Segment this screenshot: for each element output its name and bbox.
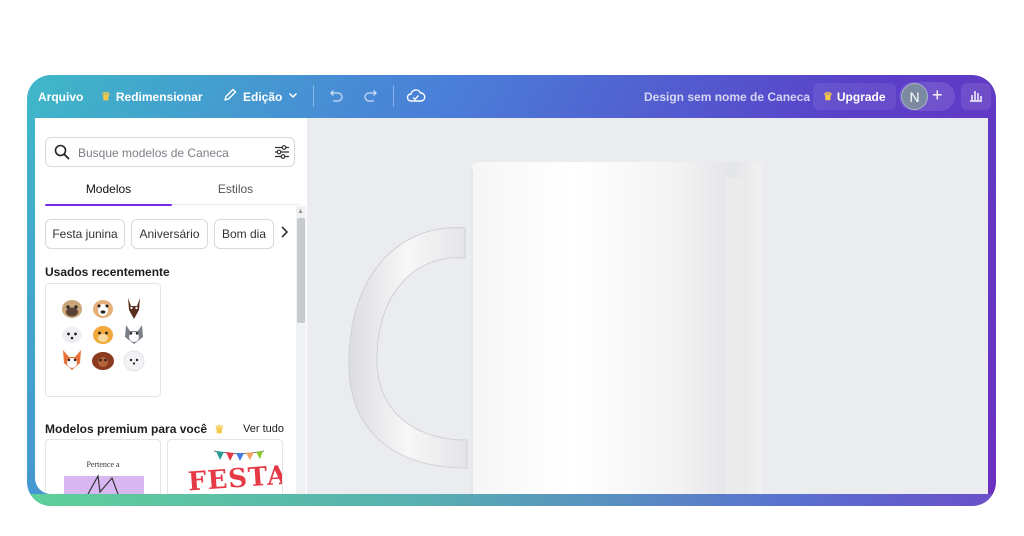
corgi-icon	[63, 350, 81, 370]
redo-icon	[362, 88, 380, 107]
scroll-up-icon[interactable]: ▲	[297, 208, 304, 215]
tab-styles[interactable]: Estilos	[172, 174, 299, 204]
bunting-graphic	[214, 450, 264, 461]
crown-icon: ♛	[823, 91, 833, 103]
panel-scrollbar[interactable]: ▲	[296, 206, 306, 494]
thumbnail-text: Pertence a	[86, 460, 120, 469]
resize-label: Redimensionar	[115, 89, 203, 104]
see-all-link[interactable]: Ver tudo	[243, 423, 284, 435]
mug-image	[348, 162, 762, 494]
bulldog-icon	[93, 300, 113, 318]
file-menu-button[interactable]: Arquivo	[38, 75, 83, 118]
filter-icon[interactable]	[274, 144, 290, 165]
add-collaborator-button[interactable]: +	[932, 85, 943, 106]
upgrade-label: Upgrade	[836, 89, 886, 104]
bar-chart-icon	[968, 88, 984, 105]
collaborators-group: N +	[899, 82, 955, 111]
file-menu-label: Arquivo	[38, 89, 84, 104]
recent-section-title: Usados recentemente	[45, 265, 170, 279]
edit-menu-label: Edição	[243, 89, 283, 104]
design-canvas[interactable]	[307, 118, 988, 494]
chevron-right-icon[interactable]	[279, 225, 289, 242]
premium-template-thumbnail[interactable]: Pertence a	[45, 439, 161, 494]
chip-festa-junina[interactable]: Festa junina	[45, 219, 125, 249]
templates-panel: Modelos Estilos Festa junina Aniversário…	[35, 118, 307, 494]
golden-dog-icon	[93, 326, 113, 344]
husky-icon	[125, 325, 143, 344]
window-bottom-border	[27, 494, 996, 506]
cloud-check-icon	[406, 88, 426, 107]
premium-section-title: Modelos premium para você ♛	[45, 422, 224, 436]
panel-tabs: Modelos Estilos	[45, 174, 299, 206]
document-title[interactable]: Design sem nome de Caneca	[644, 75, 810, 118]
avatar[interactable]: N	[901, 83, 928, 110]
crown-icon: ♛	[214, 424, 225, 436]
resize-button[interactable]: ♛ Redimensionar	[101, 75, 203, 118]
redo-button[interactable]	[360, 86, 382, 108]
cloud-save-button[interactable]	[405, 86, 427, 108]
chevron-down-icon	[287, 89, 299, 104]
dog-faces-grid	[58, 296, 150, 374]
recent-template-thumbnail[interactable]	[45, 283, 161, 397]
search-icon	[54, 144, 70, 165]
pencil-icon	[222, 87, 238, 106]
edit-menu-button[interactable]: Edição	[222, 75, 299, 118]
chip-bom-dia[interactable]: Bom dia	[214, 219, 274, 249]
tab-templates[interactable]: Modelos	[45, 174, 172, 206]
pug-icon	[62, 300, 82, 318]
top-bar: Arquivo ♛ Redimensionar Edição Design se…	[27, 75, 996, 118]
undo-icon	[327, 88, 345, 107]
doberman-icon	[128, 298, 140, 319]
signature-graphic	[87, 474, 119, 494]
search-box	[45, 137, 295, 167]
tab-label: Estilos	[217, 182, 254, 196]
upgrade-button[interactable]: ♛ Upgrade	[813, 83, 896, 110]
app-window: Arquivo ♛ Redimensionar Edição Design se…	[27, 75, 996, 506]
samoyed-icon	[123, 350, 145, 372]
chip-aniversario[interactable]: Aniversário	[131, 219, 208, 249]
white-dog-icon	[62, 327, 82, 343]
toolbar-divider	[393, 85, 394, 107]
insights-button[interactable]	[961, 83, 991, 110]
scrollbar-thumb[interactable]	[297, 218, 305, 323]
search-input[interactable]	[76, 142, 270, 164]
toolbar-divider	[313, 85, 314, 107]
premium-template-thumbnail[interactable]: FESTA	[167, 439, 283, 494]
premium-section-label: Modelos premium para você	[45, 422, 208, 436]
crown-icon: ♛	[101, 91, 111, 103]
undo-button[interactable]	[325, 86, 347, 108]
tab-label: Modelos	[85, 182, 132, 196]
spaniel-icon	[92, 352, 114, 370]
festa-text: FESTA	[187, 460, 283, 494]
